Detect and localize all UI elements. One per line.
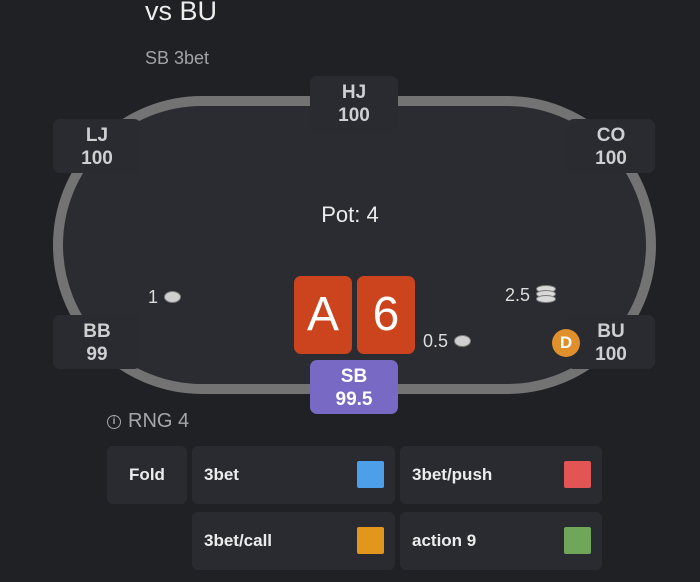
- seat-position: HJ: [341, 82, 367, 103]
- seat-bb: BB 99: [53, 315, 141, 369]
- action-color-swatch: [357, 527, 384, 554]
- action-label: 3bet/push: [412, 465, 493, 484]
- bet-bu: 2.5: [505, 285, 557, 305]
- action-3bet-button[interactable]: 3bet: [192, 446, 395, 504]
- seat-co: CO 100: [567, 119, 655, 173]
- seat-stack: 99: [86, 344, 108, 365]
- action-label: 3bet: [204, 465, 239, 484]
- seat-position: CO: [596, 125, 626, 146]
- dealer-button-icon: D: [552, 329, 580, 357]
- chip-icon: [454, 335, 472, 347]
- action-3bet-push-button[interactable]: 3bet/push: [400, 446, 602, 504]
- action-label: Fold: [129, 465, 165, 484]
- bet-amount: 1: [148, 287, 159, 307]
- range-trainer-page: vs BU SB 3bet Pot: 4 HJ 100 LJ 100 CO 10…: [0, 0, 700, 582]
- seat-position: BB: [83, 321, 111, 342]
- rng-label: RNG 4: [128, 410, 190, 432]
- action-color-swatch: [564, 527, 591, 554]
- action-9-button[interactable]: action 9: [400, 512, 602, 570]
- seat-stack: 100: [81, 148, 113, 169]
- action-label: action 9: [412, 531, 477, 550]
- action-3bet-call-button[interactable]: 3bet/call: [192, 512, 395, 570]
- action-label: 3bet/call: [204, 531, 273, 550]
- page-subtitle: SB 3bet: [145, 48, 210, 68]
- bet-sb: 0.5: [423, 331, 472, 351]
- seat-position: BU: [597, 321, 625, 342]
- seat-stack: 100: [338, 105, 370, 126]
- action-color-swatch: [357, 461, 384, 488]
- chip-icon: [164, 291, 182, 303]
- seat-position: LJ: [85, 125, 109, 146]
- seat-sb-hero: SB 99.5: [310, 360, 398, 414]
- pot-label: Pot: 4: [321, 202, 379, 227]
- rng-indicator: i RNG 4: [107, 410, 189, 433]
- info-icon: i: [107, 414, 121, 429]
- bet-amount: 2.5: [505, 285, 531, 305]
- seat-stack: 100: [595, 344, 627, 365]
- bet-bb: 1: [148, 287, 182, 307]
- action-fold-button[interactable]: Fold: [107, 446, 187, 504]
- seat-bu: BU 100: [567, 315, 655, 369]
- seat-hj: HJ 100: [310, 76, 398, 130]
- hero-card-1: A: [294, 276, 352, 354]
- hero-card-2: 6: [357, 276, 415, 354]
- seat-lj: LJ 100: [53, 119, 141, 173]
- page-title: vs BU: [145, 0, 218, 26]
- chip-stack-icon: [536, 285, 557, 305]
- seat-stack: 100: [595, 148, 627, 169]
- bet-amount: 0.5: [423, 331, 449, 351]
- seat-stack: 99.5: [335, 389, 373, 410]
- seat-position: SB: [340, 366, 368, 387]
- action-color-swatch: [564, 461, 591, 488]
